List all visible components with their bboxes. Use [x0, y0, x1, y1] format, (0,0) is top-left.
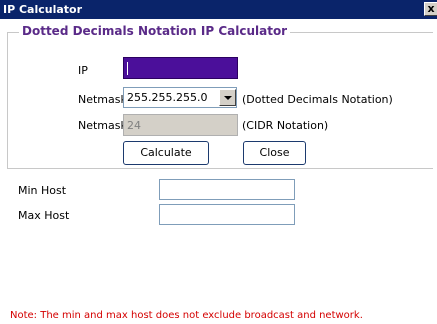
netmask-dotted-note: (Dotted Decimals Notation) — [242, 93, 393, 106]
calculate-button[interactable]: Calculate — [123, 141, 209, 165]
close-button[interactable]: Close — [243, 141, 306, 165]
group-title: Dotted Decimals Notation IP Calculator — [19, 24, 291, 38]
ip-input[interactable] — [123, 57, 238, 79]
text-caret — [127, 62, 128, 75]
window-title: IP Calculator — [3, 3, 83, 16]
max-host-field[interactable] — [159, 204, 295, 225]
title-bar: IP Calculator x — [0, 0, 437, 19]
netmask-cidr-note: (CIDR Notation) — [242, 119, 329, 132]
netmask-cidr-value: 24 — [127, 119, 141, 132]
max-host-label: Max Host — [18, 209, 70, 222]
min-host-label: Min Host — [18, 184, 67, 197]
ip-label: IP — [78, 64, 88, 77]
min-host-field[interactable] — [159, 179, 295, 200]
netmask-label: Netmask — [78, 93, 127, 106]
close-icon[interactable]: x — [424, 2, 437, 16]
netmask-selected-value: 255.255.255.0 — [127, 91, 208, 104]
footer-note: Note: The min and max host does not excl… — [10, 310, 363, 321]
dropdown-arrow-icon[interactable] — [219, 89, 236, 106]
netmask-cidr-field: 24 — [123, 114, 238, 136]
netmask-cidr-label: Netmask — [78, 119, 127, 132]
